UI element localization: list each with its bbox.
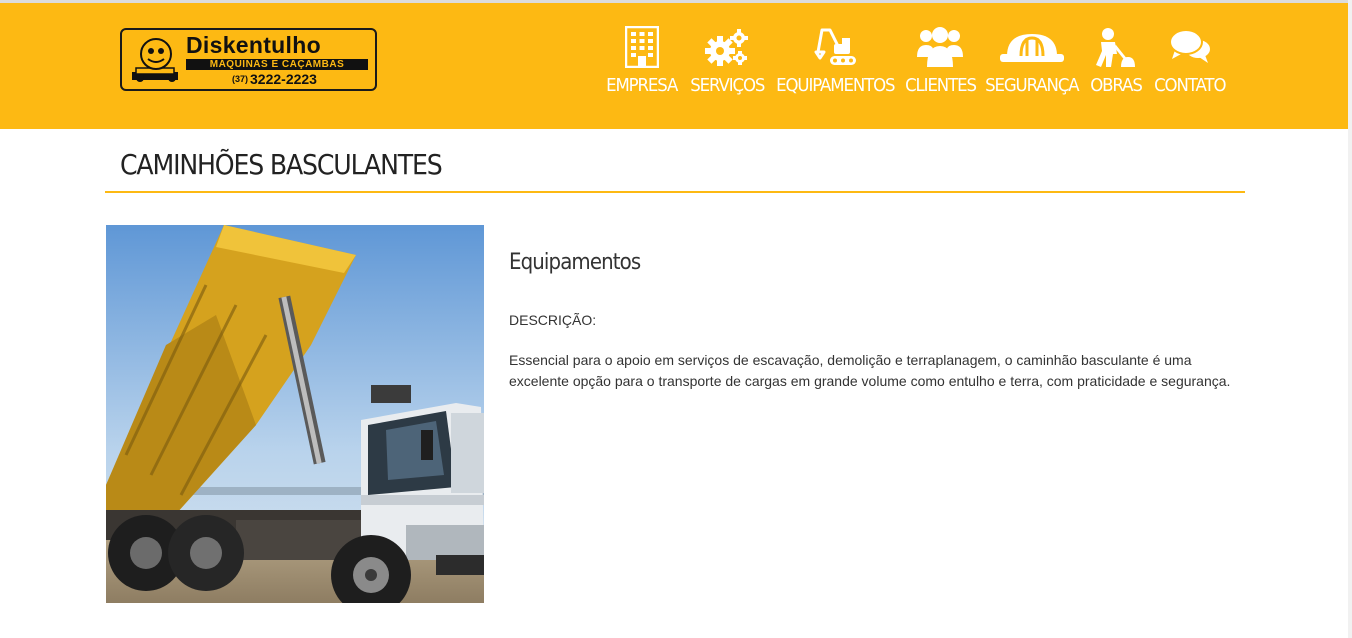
- nav-item-contato[interactable]: CONTATO: [1154, 25, 1227, 105]
- logo-tagline: MÁQUINAS E CAÇAMBAS: [186, 59, 368, 70]
- nav-item-empresa[interactable]: EMPRESA: [606, 25, 679, 105]
- nav-item-equipamentos[interactable]: EQUIPAMENTOS: [775, 25, 895, 105]
- nav-item-clientes[interactable]: CLIENTES: [904, 25, 977, 105]
- nav-item-seguranca[interactable]: SEGURANÇA: [985, 25, 1080, 105]
- logo-phone: (37) 3222-2223: [232, 71, 317, 87]
- logo-brand-name: Diskentulho: [186, 32, 321, 58]
- hardhat-icon: [999, 25, 1065, 69]
- nav-label: EQUIPAMENTOS: [775, 75, 895, 96]
- nav-label: SEGURANÇA: [985, 75, 1080, 96]
- users-icon: [916, 25, 964, 69]
- equipment-heading: Equipamentos: [509, 250, 641, 275]
- chat-icon: [1166, 25, 1214, 69]
- worker-icon: [1092, 25, 1140, 69]
- nav-item-servicos[interactable]: SERVIÇOS: [689, 25, 765, 105]
- logo-phone-area: (37): [232, 74, 249, 84]
- scrollbar-track[interactable]: [1348, 0, 1352, 638]
- nav-label: EMPRESA: [606, 75, 678, 96]
- nav-item-obras[interactable]: OBRAS: [1088, 25, 1144, 105]
- nav-label: CLIENTES: [904, 75, 977, 96]
- page-title: CAMINHÕES BASCULANTES: [120, 148, 443, 181]
- excavator-icon: [811, 25, 859, 69]
- gears-icon: [703, 25, 751, 69]
- description-label: DESCRIÇÃO:: [509, 312, 597, 328]
- logo-phone-number: 3222-2223: [250, 71, 317, 87]
- nav-label: OBRAS: [1090, 75, 1143, 96]
- nav-label: SERVIÇOS: [689, 75, 765, 96]
- description-text: Essencial para o apoio em serviços de es…: [509, 352, 1231, 389]
- nav-label: CONTATO: [1154, 75, 1226, 96]
- site-header: Diskentulho MÁQUINAS E CAÇAMBAS (37) 3222…: [0, 3, 1348, 129]
- dump-truck-photo: [106, 225, 484, 603]
- building-icon: [618, 25, 666, 69]
- site-logo[interactable]: Diskentulho MÁQUINAS E CAÇAMBAS (37) 3222…: [120, 28, 377, 91]
- title-divider: [105, 191, 1245, 193]
- mascot-icon: [132, 38, 178, 82]
